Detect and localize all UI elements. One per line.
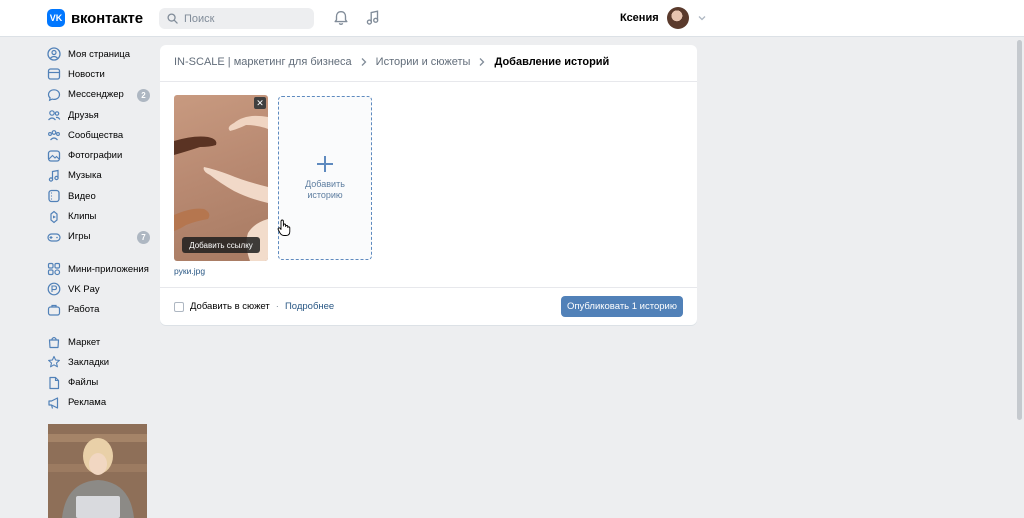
sidebar-item-label: Моя страница (68, 48, 131, 60)
newspaper-icon (47, 68, 61, 81)
clips-icon (50, 210, 58, 223)
sidebar-item-communities[interactable]: Сообщества (47, 125, 157, 145)
add-story-button[interactable]: Добавить историю (278, 96, 372, 260)
message-icon (47, 88, 61, 101)
add-story-label: Добавить историю (305, 179, 345, 200)
story-preview[interactable]: ✕ Добавить ссылку (174, 95, 268, 261)
community-icon (48, 130, 60, 141)
sidebar-item-label: Новости (68, 68, 105, 80)
top-header: VK вконтакте Ксения (0, 0, 1024, 37)
gamepad-icon (47, 233, 61, 242)
sidebar-item-market[interactable]: Маркет (47, 332, 157, 352)
breadcrumb: IN-SCALE | маркетинг для бизнеса Истории… (174, 56, 609, 68)
bag-icon (48, 336, 60, 349)
apps-icon (47, 263, 61, 276)
sidebar-item-label: Работа (68, 304, 100, 316)
vkpay-icon (47, 283, 61, 296)
publish-button[interactable]: Опубликовать 1 историю (561, 296, 683, 317)
add-stories-panel: IN-SCALE | маркетинг для бизнеса Истории… (160, 45, 697, 325)
presenter-video-overlay (48, 424, 147, 518)
sidebar-item-video[interactable]: Видео (47, 186, 157, 206)
checkbox-label[interactable]: Добавить в сюжет (190, 301, 270, 312)
sidebar-divider (47, 320, 157, 332)
vk-logo[interactable]: VK вконтакте (47, 9, 143, 27)
sidebar-item-label: Файлы (68, 377, 99, 389)
plus-icon (317, 156, 333, 172)
bell-icon[interactable] (332, 9, 350, 27)
logo-text: вконтакте (71, 9, 143, 27)
chevron-right-icon (480, 58, 485, 66)
sidebar-item-ads[interactable]: Реклама (47, 393, 157, 413)
sidebar-item-music[interactable]: Музыка (47, 166, 157, 186)
presenter-figure (48, 424, 147, 518)
sidebar-item-work[interactable]: Работа (47, 300, 157, 320)
sidebar-item-label: Игры (68, 231, 91, 243)
sidebar-item-label: Друзья (68, 109, 99, 121)
photo-icon (47, 149, 61, 162)
search-icon (167, 13, 178, 24)
sidebar-item-label: Фотографии (68, 150, 123, 162)
user-name: Ксения (620, 12, 659, 24)
unread-badge: 2 (137, 88, 150, 102)
sidebar-item-clips[interactable]: Клипы (47, 206, 157, 226)
chevron-down-icon (698, 16, 706, 21)
sidebar-item-bookmarks[interactable]: Закладки (47, 352, 157, 372)
sidebar-item-label: Реклама (68, 397, 107, 409)
sidebar-item-label: Видео (68, 190, 96, 202)
sidebar-item-label: Маркет (68, 336, 101, 348)
left-sidebar: Моя страница Новости Мессенджер 2 Друзья… (47, 44, 157, 413)
star-icon (48, 356, 60, 368)
sidebar-item-my-page[interactable]: Моя страница (47, 44, 157, 64)
sidebar-item-messenger[interactable]: Мессенджер 2 (47, 85, 157, 105)
file-name: руки.jpg (174, 266, 206, 276)
briefcase-icon (47, 304, 61, 316)
sidebar-item-files[interactable]: Файлы (47, 372, 157, 392)
more-link[interactable]: Подробнее (285, 301, 334, 312)
divider (160, 287, 697, 288)
search-box[interactable] (159, 8, 314, 29)
sidebar-item-label: Мессенджер (68, 89, 124, 101)
user-menu[interactable]: Ксения (620, 7, 707, 29)
vk-logo-icon: VK (47, 9, 65, 27)
friends-icon (48, 110, 61, 121)
search-input[interactable] (184, 12, 304, 25)
sidebar-item-friends[interactable]: Друзья (47, 105, 157, 125)
page-scrollbar[interactable] (1017, 40, 1022, 420)
sidebar-item-games[interactable]: Игры 7 (47, 227, 157, 247)
sidebar-item-label: Закладки (68, 356, 110, 368)
breadcrumb-current: Добавление историй (494, 56, 610, 68)
sidebar-item-vk-pay[interactable]: VK Pay (47, 279, 157, 299)
sidebar-item-news[interactable]: Новости (47, 64, 157, 84)
sidebar-item-photos[interactable]: Фотографии (47, 145, 157, 165)
divider (160, 81, 697, 82)
file-icon (49, 376, 60, 389)
hand-cursor-icon (277, 219, 291, 236)
user-circle-icon (47, 47, 61, 61)
sidebar-item-label: Сообщества (68, 129, 124, 141)
sidebar-item-label: VK Pay (68, 283, 100, 295)
sidebar-item-mini-apps[interactable]: Мини-приложения (47, 259, 157, 279)
sidebar-item-label: Мини-приложения (68, 263, 149, 275)
add-to-plot-row: Добавить в сюжет · Подробнее (174, 301, 334, 312)
separator-dot: · (275, 301, 279, 312)
sidebar-item-label: Клипы (68, 211, 97, 223)
video-icon (48, 190, 60, 203)
sidebar-item-label: Музыка (68, 170, 102, 182)
breadcrumb-community[interactable]: IN-SCALE | маркетинг для бизнеса (174, 56, 352, 68)
music-icon (48, 169, 59, 182)
add-to-plot-checkbox[interactable] (174, 301, 184, 312)
add-link-button[interactable]: Добавить ссылку (182, 237, 260, 253)
breadcrumb-stories[interactable]: Истории и сюжеты (376, 56, 471, 68)
music-note-icon[interactable] (364, 9, 382, 27)
chevron-right-icon (361, 58, 367, 66)
sidebar-divider (47, 247, 157, 259)
games-badge: 7 (137, 230, 150, 244)
megaphone-icon (48, 397, 59, 409)
avatar (666, 7, 689, 29)
close-icon[interactable]: ✕ (254, 97, 266, 109)
